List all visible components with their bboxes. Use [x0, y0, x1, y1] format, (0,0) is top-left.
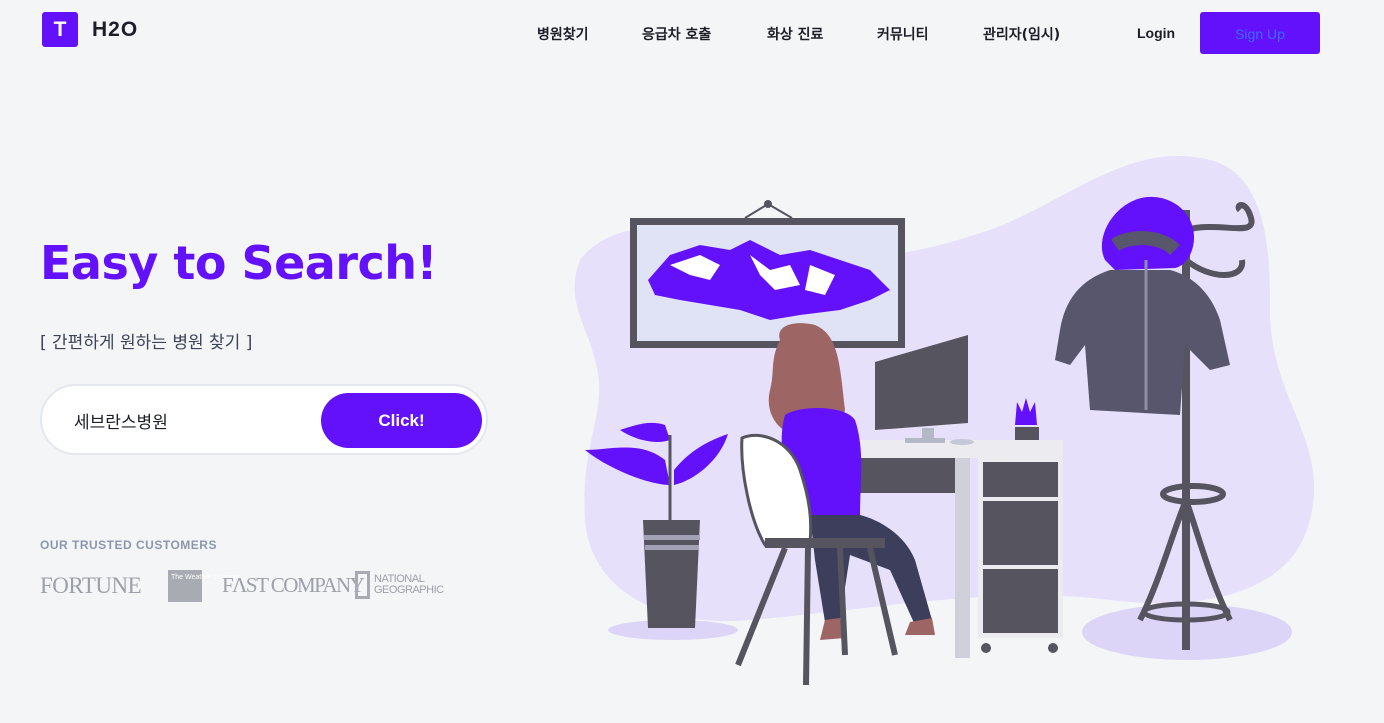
national-geographic-logo: NATIONAL GEOGRAPHIC — [355, 571, 444, 599]
login-link[interactable]: Login — [1137, 25, 1175, 41]
hero-subline: [ 간편하게 원하는 병원 찾기 ] — [40, 333, 253, 353]
trusted-customers-title: OUR TRUSTED CUSTOMERS — [40, 538, 217, 552]
hero-illustration — [574, 156, 1315, 686]
brand-logo-icon[interactable]: T — [42, 12, 78, 47]
fast-company-logo: FΛST COMPANY — [222, 573, 365, 597]
brand-name[interactable]: H2O — [92, 18, 138, 42]
logo-letter: T — [53, 17, 67, 41]
fortune-logo: FORTUNE — [40, 573, 142, 598]
nav-video-consult[interactable]: 화상 진료 — [767, 24, 823, 44]
desk-plant-pot — [1015, 427, 1039, 440]
nav-community[interactable]: 커뮤니티 — [877, 24, 929, 44]
hero-headline: Easy to Search! — [40, 236, 438, 290]
search-bar: Click! — [40, 384, 488, 455]
nav-ambulance-call[interactable]: 응급차 호출 — [642, 24, 711, 44]
weather-channel-logo: The Weather Channel — [168, 570, 239, 602]
nav-admin[interactable]: 관리자(임시) — [983, 24, 1060, 44]
natgeo-frame-icon — [355, 571, 370, 599]
nav-hospital-search[interactable]: 병원찾기 — [537, 24, 589, 44]
natgeo-line-2: GEOGRAPHIC — [374, 584, 444, 596]
search-button[interactable]: Click! — [321, 393, 482, 448]
signup-button[interactable]: Sign Up — [1200, 12, 1320, 54]
search-input[interactable] — [74, 406, 314, 434]
